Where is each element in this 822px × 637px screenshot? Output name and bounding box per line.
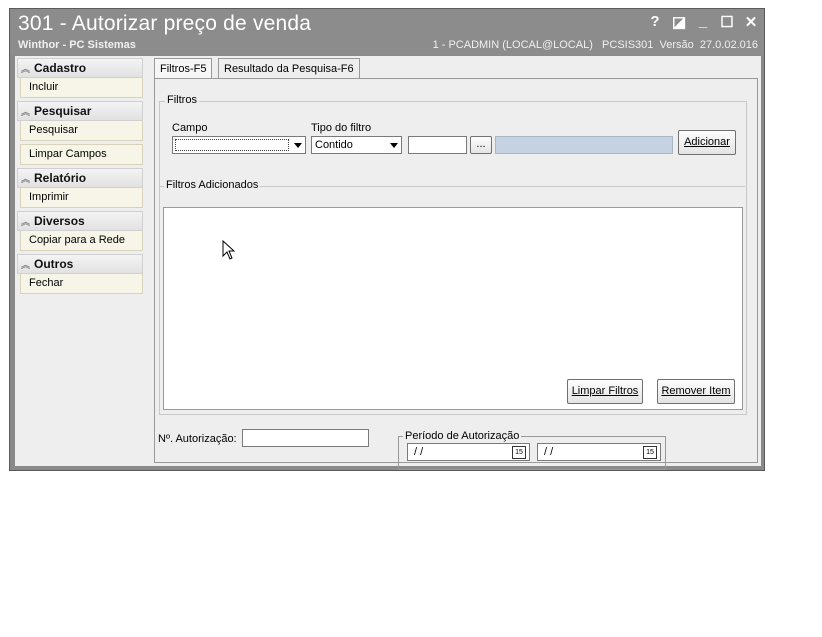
status-info: 1 - PCADMIN (LOCAL@LOCAL) PCSIS301 Versã… [432,39,758,51]
calendar-icon[interactable]: 15 [512,446,526,459]
add-filter-button[interactable]: Adicionar [678,130,736,155]
clear-filters-button[interactable]: Limpar Filtros [567,379,643,404]
minimize-icon[interactable]: _ [696,13,710,31]
authorization-period-legend: Período de Autorização [403,430,522,442]
sidebar-item-fechar[interactable]: Fechar [20,274,143,294]
tab-filtros[interactable]: Filtros-F5 [154,58,213,79]
campo-label: Campo [172,122,208,134]
help-icon[interactable]: ? [648,13,662,31]
sidebar-group-cadastro: ︽ Cadastro Incluir [17,58,143,98]
window-title: 301 - Autorizar preço de venda [18,12,312,35]
date-to-input[interactable]: / / 15 [537,443,661,461]
filters-legend: Filtros [165,94,199,106]
sidebar-item-incluir[interactable]: Incluir [20,78,143,98]
authorization-number-input[interactable] [242,429,369,447]
chevron-down-icon [294,143,302,148]
add-filter-label: Adicionar [684,136,730,148]
sidebar-item-limpar-campos[interactable]: Limpar Campos [20,144,143,165]
filter-value-input[interactable] [408,136,467,154]
campo-select[interactable] [172,136,306,154]
sidebar-item-copiar-para-rede[interactable]: Copiar para a Rede [20,231,143,251]
main-window: 301 - Autorizar preço de venda Winthor -… [9,8,765,471]
chevron-up-icon: ︽ [21,260,31,270]
tab-panel-filtros: Filtros Campo Tipo do filtro Contido ...… [154,78,758,470]
authorization-number-label: Nº. Autorização: [158,433,237,445]
sidebar-group-header[interactable]: ︽ Cadastro [17,58,143,78]
chevron-up-icon: ︽ [21,174,31,184]
group-title: Diversos [34,214,85,228]
sidebar-group-header[interactable]: ︽ Pesquisar [17,101,143,121]
remove-item-label: Remover Item [661,385,731,397]
date-from-value: / / [414,446,424,458]
remove-item-button[interactable]: Remover Item [657,379,735,404]
group-title: Pesquisar [34,104,92,118]
calendar-icon[interactable]: 15 [643,446,657,459]
chevron-up-icon: ︽ [21,217,31,227]
sidebar-group-diversos: ︽ Diversos Copiar para a Rede [17,211,143,251]
ellipsis-button[interactable]: ... [470,136,492,154]
chevron-up-icon: ︽ [21,64,31,74]
group-title: Outros [34,257,74,271]
clear-filters-label: Limpar Filtros [571,385,639,397]
sidebar-group-pesquisar: ︽ Pesquisar Pesquisar Limpar Campos [17,101,143,165]
group-title: Relatório [34,171,87,185]
restore-icon[interactable]: ◪ [672,13,686,31]
client-area: ︽ Cadastro Incluir ︽ Pesquisar Pesquisar L… [15,56,761,470]
sidebar-group-header[interactable]: ︽ Diversos [17,211,143,231]
chevron-up-icon: ︽ [21,107,31,117]
date-to-value: / / [544,446,554,458]
sidebar-group-header[interactable]: ︽ Relatório [17,168,143,188]
tab-resultado-pesquisa[interactable]: Resultado da Pesquisa-F6 [218,58,360,79]
window-subtitle: Winthor - PC Sistemas [18,39,136,51]
sidebar-group-relatorio: ︽ Relatório Imprimir [17,168,143,208]
sidebar: ︽ Cadastro Incluir ︽ Pesquisar Pesquisar L… [17,58,143,297]
added-filters-list[interactable] [163,207,743,410]
sidebar-group-outros: ︽ Outros Fechar [17,254,143,294]
window-controls: ? ◪ _ ☐ ✕ [648,13,758,31]
chevron-down-icon [390,143,398,148]
mouse-pointer-icon [222,240,236,260]
tipo-filtro-value: Contido [315,139,353,151]
tipo-filtro-select[interactable]: Contido [311,136,402,154]
filter-description-field [495,136,673,154]
added-filters-legend: Filtros Adicionados [164,179,261,191]
tipo-filtro-label: Tipo do filtro [311,122,372,134]
group-title: Cadastro [34,61,87,75]
title-bar: 301 - Autorizar preço de venda Winthor -… [10,9,764,55]
close-icon[interactable]: ✕ [744,13,758,31]
date-from-input[interactable]: / / 15 [407,443,530,461]
sidebar-item-pesquisar[interactable]: Pesquisar [20,121,143,141]
focus-rect [175,139,289,151]
sidebar-item-imprimir[interactable]: Imprimir [20,188,143,208]
sidebar-group-header[interactable]: ︽ Outros [17,254,143,274]
maximize-icon[interactable]: ☐ [720,13,734,31]
